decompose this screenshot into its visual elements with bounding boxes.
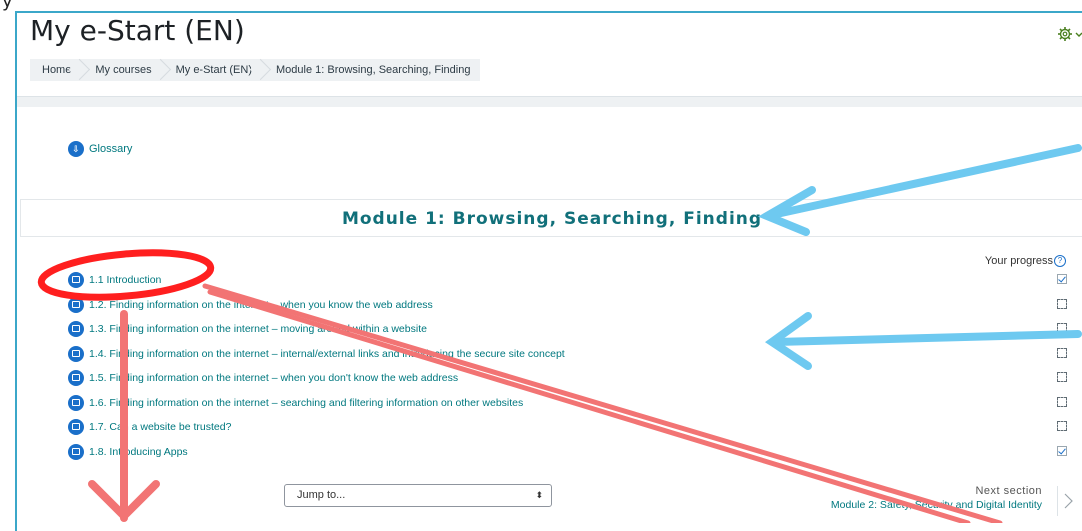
top-bar-text: y [2, 0, 13, 11]
breadcrumb: Home My courses My e-Start (EN) Module 1… [30, 59, 481, 81]
activity-item[interactable]: 1.4. Finding information on the internet… [68, 342, 1082, 367]
completion-checkbox[interactable] [1057, 421, 1067, 431]
activity-link[interactable]: 1.8. Introducing Apps [89, 446, 188, 458]
help-icon[interactable]: ? [1054, 255, 1066, 267]
glossary-link[interactable]: ⇩ Glossary [68, 141, 132, 157]
completion-checked-icon[interactable] [1057, 445, 1067, 456]
progress-header: Your progress ? [985, 255, 1066, 267]
next-section-caption: Next section [975, 485, 1042, 497]
activity-item[interactable]: 1.7. Can a website be trusted? [68, 415, 1082, 440]
page-title: My e-Start (EN) [30, 14, 245, 47]
glossary-label: Glossary [89, 143, 133, 155]
settings-gear-icon[interactable] [1056, 24, 1082, 44]
completion-checkbox[interactable] [1057, 396, 1067, 407]
select-caret-icon: ⬍ [535, 490, 543, 500]
activity-link[interactable]: 1.5. Finding information on the internet… [89, 372, 458, 384]
next-section-link[interactable]: Module 2: Safety, Security and Digital I… [831, 499, 1042, 511]
activity-list: 1.1 Introduction 1.2. Finding information… [68, 268, 1082, 464]
top-bar: y [0, 0, 1082, 11]
section-header: Module 1: Browsing, Searching, Finding [20, 199, 1082, 237]
completion-checkbox[interactable] [1057, 372, 1067, 382]
page-icon [68, 443, 84, 460]
activity-link[interactable]: 1.7. Can a website be trusted? [89, 421, 231, 433]
activity-item[interactable]: 1.8. Introducing Apps [68, 440, 1082, 465]
breadcrumb-home[interactable]: Home [30, 59, 81, 81]
activity-item[interactable]: 1.5. Finding information on the internet… [68, 366, 1082, 391]
activity-link[interactable]: 1.4. Finding information on the internet… [89, 348, 565, 360]
activity-link[interactable]: 1.1 Introduction [89, 274, 161, 286]
activity-link[interactable]: 1.2. Finding information on the internet… [89, 299, 433, 311]
activity-item[interactable]: 1.6. Finding information on the internet… [68, 391, 1082, 416]
activity-item[interactable]: 1.3. Finding information on the internet… [68, 317, 1082, 342]
jump-to-value: Jump to... [297, 489, 346, 501]
progress-label: Your progress [984, 255, 1053, 267]
page-icon [68, 296, 84, 313]
chevron-right-icon[interactable] [1057, 486, 1078, 516]
completion-checkbox[interactable] [1057, 298, 1067, 309]
completion-checked-icon[interactable] [1057, 274, 1067, 284]
section-title: Module 1: Browsing, Searching, Finding [341, 209, 763, 229]
page-icon [68, 345, 84, 362]
jump-to-select[interactable]: Jump to... ⬍ [284, 484, 552, 507]
activity-item[interactable]: 1.1 Introduction [68, 268, 1082, 293]
breadcrumb-my-courses[interactable]: My courses [81, 59, 161, 81]
activity-link[interactable]: 1.3. Finding information on the internet… [89, 323, 427, 335]
page-icon [68, 419, 84, 436]
completion-checkbox[interactable] [1057, 347, 1067, 358]
activity-link[interactable]: 1.6. Finding information on the internet… [89, 397, 523, 409]
next-section-nav[interactable]: Next section Module 2: Safety, Security … [831, 485, 1042, 511]
page-icon [68, 272, 84, 289]
completion-checkbox[interactable] [1057, 323, 1067, 333]
page-icon [68, 394, 84, 411]
page-icon [68, 321, 84, 338]
activity-item[interactable]: 1.2. Finding information on the internet… [68, 293, 1082, 318]
download-arrow-icon: ⇩ [68, 141, 84, 157]
page-icon [68, 370, 84, 387]
breadcrumb-course[interactable]: My e-Start (EN) [162, 59, 262, 81]
breadcrumb-current-module[interactable]: Module 1: Browsing, Searching, Finding [262, 59, 480, 81]
header-divider-strip [17, 96, 1082, 107]
